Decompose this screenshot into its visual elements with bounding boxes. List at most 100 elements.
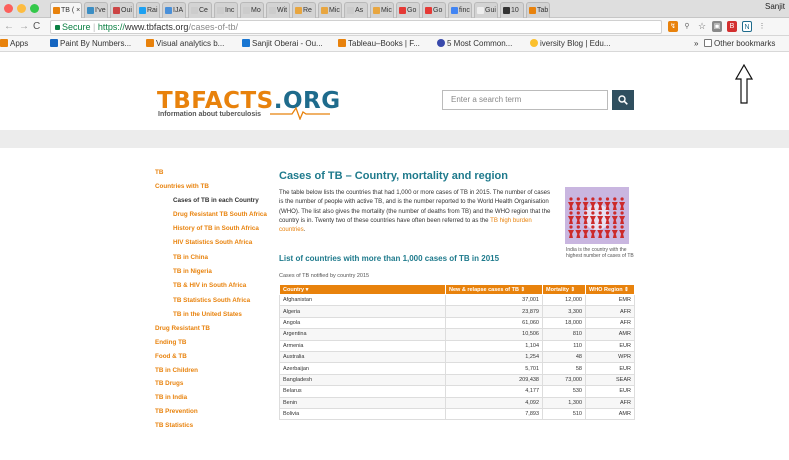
sidebar-item[interactable]: TB [155, 169, 265, 183]
browser-tab[interactable]: 10 [500, 2, 524, 18]
tab-label: Mic [381, 7, 392, 14]
table-row: Benin 4,092 1,300 AFR [279, 396, 635, 409]
tab-label: Tab [537, 7, 549, 14]
sidebar-item[interactable]: TB Prevention [155, 408, 265, 422]
bookmark-apps[interactable]: Apps [0, 36, 28, 52]
forward-icon[interactable]: → [19, 21, 29, 33]
country-cell: Bolivia [279, 407, 446, 421]
tab-label: finc [459, 7, 470, 14]
column-header[interactable]: Country ▾ [279, 284, 446, 295]
sidebar-item[interactable]: TB in Children [155, 367, 265, 381]
sidebar-item[interactable]: Cases of TB in each Country [155, 197, 265, 211]
browser-tab[interactable]: Mo [240, 2, 264, 18]
region-cell: AFR [585, 396, 635, 409]
browser-tab[interactable]: Mic [318, 2, 342, 18]
zoom-icon[interactable]: ⚲ [682, 21, 692, 32]
tab-label: Go [407, 7, 417, 14]
sidebar-item[interactable]: TB in Nigeria [155, 268, 265, 282]
browser-tab[interactable]: IJA [162, 2, 186, 18]
sidebar-item[interactable]: Drug Resistant TB South Africa [155, 211, 267, 225]
country-cell: Australia [279, 350, 446, 364]
bookmark-item[interactable]: iversity Blog | Edu... [530, 36, 611, 52]
sidebar-item[interactable]: TB in India [155, 394, 265, 408]
tab-favicon-icon [217, 7, 224, 14]
browser-tab[interactable]: Ce [188, 2, 212, 18]
search-button[interactable] [612, 90, 634, 110]
column-header[interactable]: WHO Region ⇕ [585, 284, 635, 295]
bookmarks-overflow[interactable]: » [694, 36, 698, 52]
browser-tab[interactable]: Inc [214, 2, 238, 18]
sidebar-item[interactable]: Countries with TB [155, 183, 265, 197]
region-cell: AMR [585, 328, 635, 341]
cases-cell: 61,060 [445, 316, 543, 330]
browser-tab[interactable]: Tab [526, 2, 550, 18]
tab-label: Mic [329, 7, 340, 14]
extension-icon[interactable]: N [742, 21, 752, 32]
sidebar-item[interactable]: TB in China [155, 254, 265, 268]
region-cell: SEAR [585, 373, 635, 387]
back-icon[interactable]: ← [4, 21, 14, 33]
bookmark-item[interactable]: Paint By Numbers... [50, 36, 131, 52]
sidebar-item[interactable]: Drug Resistant TB [155, 325, 265, 339]
profile-name[interactable]: Sanjit [765, 2, 785, 11]
region-cell: AFR [585, 305, 635, 318]
sidebar-item[interactable]: TB in the United States [155, 311, 265, 325]
bookmark-item[interactable]: Visual analytics b... [146, 36, 224, 52]
mortality-cell: 3,300 [542, 305, 586, 318]
browser-tab[interactable]: As [344, 2, 368, 18]
up-arrow-annotation-icon [735, 64, 753, 104]
table-row: Australia 1,254 48 WPR [279, 350, 635, 364]
extension-icon[interactable]: ↯ [668, 21, 678, 32]
extension-icon[interactable]: ▣ [712, 21, 722, 32]
bookmark-item[interactable]: Sanjit Oberai - Ou... [242, 36, 323, 52]
url-path: /cases-of-tb/ [188, 22, 238, 32]
minimize-window-icon[interactable] [17, 4, 26, 13]
tab-favicon-icon [269, 7, 276, 14]
reload-icon[interactable]: C [33, 21, 40, 33]
bookmark-item[interactable]: Tableau–Books | F... [338, 36, 420, 52]
sidebar-item[interactable]: TB Drugs [155, 380, 265, 394]
browser-tab[interactable]: Rai [136, 2, 160, 18]
cases-cell: 37,001 [445, 293, 543, 307]
apps-icon [0, 39, 8, 47]
close-window-icon[interactable] [4, 4, 13, 13]
table-header-row: Country ▾ New & relapse cases of TB ⇕ Mort… [279, 284, 635, 295]
browser-tab[interactable]: Oui [110, 2, 134, 18]
sidebar-item[interactable]: Food & TB [155, 353, 265, 367]
browser-tab[interactable]: TB ( × [50, 2, 82, 18]
table-row: Azerbaijan 5,701 58 EUR [279, 362, 635, 375]
region-cell: EMR [585, 293, 635, 307]
menu-icon[interactable]: ⋮ [757, 21, 767, 32]
browser-tab[interactable]: Wit [266, 2, 290, 18]
browser-tab[interactable]: finc [448, 2, 472, 18]
browser-tab[interactable]: Re [292, 2, 316, 18]
other-bookmarks[interactable]: Other bookmarks [704, 36, 775, 52]
maximize-window-icon[interactable] [30, 4, 39, 13]
browser-tab[interactable]: Gui [474, 2, 498, 18]
sidebar-item[interactable]: HIV Statistics South Africa [155, 239, 265, 253]
tab-favicon-icon [113, 7, 120, 14]
tab-favicon-icon [87, 7, 94, 14]
region-cell: EUR [585, 385, 635, 398]
region-cell: WPR [585, 350, 635, 364]
browser-tab[interactable]: Mic [370, 2, 394, 18]
extension-icon[interactable]: B [727, 21, 737, 32]
tab-favicon-icon [53, 7, 60, 14]
sidebar-item[interactable]: TB Statistics South Africa [155, 297, 265, 311]
search-input[interactable]: Enter a search term [442, 90, 608, 110]
mortality-cell: 110 [542, 339, 586, 352]
sidebar-item[interactable]: History of TB in South Africa [155, 225, 265, 239]
bookmark-item[interactable]: 5 Most Common... [437, 36, 512, 52]
column-header[interactable]: New & relapse cases of TB ⇕ [445, 284, 543, 295]
country-cell: Armenia [279, 339, 446, 352]
sidebar-item[interactable]: TB & HIV in South Africa [155, 282, 265, 296]
browser-tab[interactable]: Go [422, 2, 446, 18]
sidebar-item[interactable]: TB Statistics [155, 422, 265, 436]
url-bar[interactable]: Secure | https://www.tbfacts.org/cases-o… [50, 20, 662, 34]
column-header[interactable]: Mortality ⇕ [542, 284, 586, 295]
browser-tab[interactable]: I've [84, 2, 108, 18]
sidebar-item[interactable]: Ending TB [155, 339, 265, 353]
address-toolbar: ← → C Secure | https://www.tbfacts.org/c… [0, 18, 789, 36]
bookmark-star-icon[interactable]: ☆ [697, 21, 707, 32]
browser-tab[interactable]: Go [396, 2, 420, 18]
